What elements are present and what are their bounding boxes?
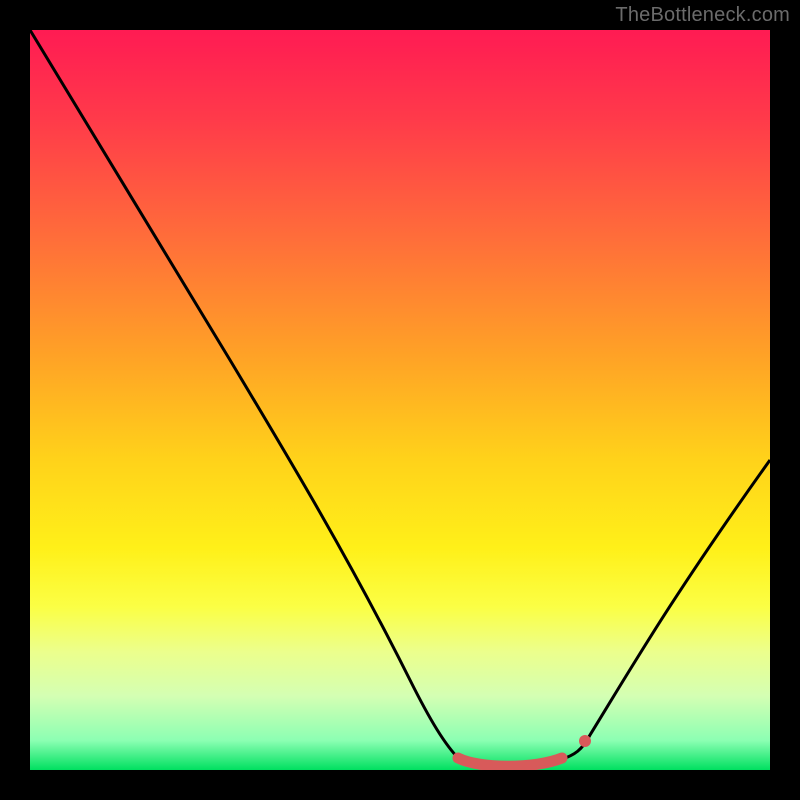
chart-frame: TheBottleneck.com — [0, 0, 800, 800]
plot-area — [30, 30, 770, 770]
curve-svg — [30, 30, 770, 770]
bottleneck-curve-path — [30, 30, 770, 766]
valley-marker — [458, 758, 562, 766]
watermark-text: TheBottleneck.com — [615, 4, 790, 27]
valley-end-dot — [579, 735, 591, 747]
